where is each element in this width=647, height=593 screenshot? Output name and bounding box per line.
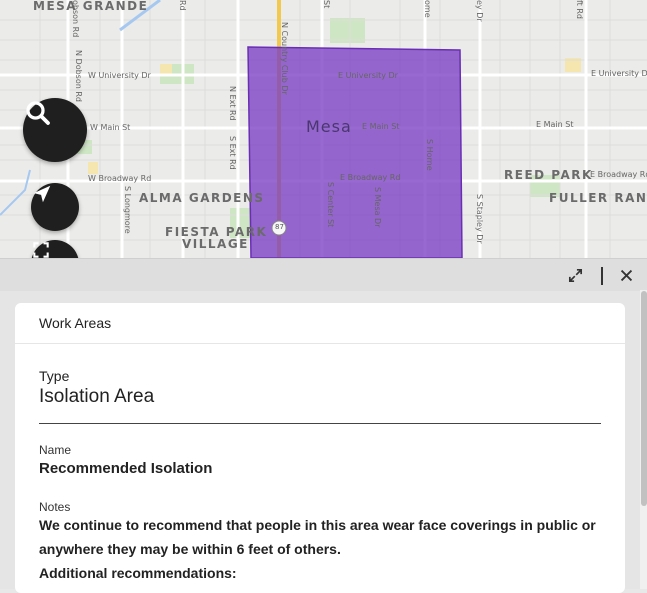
panel-toolbar bbox=[0, 258, 647, 291]
locate-button[interactable] bbox=[31, 183, 79, 231]
card-divider bbox=[15, 343, 625, 344]
street-label: ome bbox=[423, 0, 432, 18]
street-label: W University Dr bbox=[88, 71, 151, 80]
area-label-mesa-grande: MESA GRANDE bbox=[33, 0, 149, 13]
details-panel: Work Areas Type Isolation Area Name Reco… bbox=[0, 258, 647, 593]
area-label-reed-park: REED PARK bbox=[504, 168, 593, 182]
toolbar-divider bbox=[601, 267, 603, 285]
street-label: S Stapley Dr bbox=[475, 194, 484, 244]
name-label: Name bbox=[39, 443, 72, 457]
street-label: St bbox=[322, 0, 331, 9]
street-label: E Broadway Rd bbox=[340, 173, 401, 182]
type-label: Type bbox=[39, 368, 70, 384]
map-view[interactable]: MESA GRANDE ALMA GARDENS FIESTA PARK VIL… bbox=[0, 0, 647, 258]
card-title: Work Areas bbox=[39, 315, 112, 331]
area-label-village: VILLAGE bbox=[182, 237, 249, 251]
street-label: obson Rd bbox=[71, 0, 80, 38]
street-label: E University Dr bbox=[338, 71, 398, 80]
street-label: N Ext Rd bbox=[228, 86, 237, 121]
street-label: E Main St bbox=[536, 120, 574, 129]
notes-text: We continue to recommend that people in … bbox=[39, 517, 596, 533]
street-label: S Mesa Dr bbox=[373, 187, 382, 228]
street-label: N Dobson Rd bbox=[74, 50, 83, 102]
city-label: Mesa bbox=[306, 117, 352, 136]
expand-icon[interactable] bbox=[567, 267, 584, 289]
close-icon[interactable] bbox=[618, 267, 635, 289]
work-area-card: Work Areas Type Isolation Area Name Reco… bbox=[15, 303, 625, 593]
notes-label: Notes bbox=[39, 500, 71, 514]
type-underline bbox=[39, 423, 601, 424]
route-shield-label: 87 bbox=[275, 223, 284, 231]
street-label: S Longmore bbox=[123, 186, 132, 234]
street-label: S Center St bbox=[326, 182, 335, 228]
street-label: ft Rd bbox=[575, 0, 584, 19]
area-label-fuller-ranch: FULLER RANC bbox=[549, 191, 647, 205]
street-label: W Broadway Rd bbox=[88, 174, 152, 183]
street-label: E University Dr bbox=[591, 69, 647, 78]
area-label-alma-gardens: ALMA GARDENS bbox=[139, 191, 265, 205]
street-label: E Broadway Rd bbox=[590, 170, 647, 179]
street-label: E Main St bbox=[362, 122, 400, 131]
street-label: S Ext Rd bbox=[228, 136, 237, 170]
search-button[interactable] bbox=[23, 98, 87, 162]
notes-text: anywhere they may be within 6 feet of ot… bbox=[39, 541, 341, 557]
scrollbar-thumb[interactable] bbox=[641, 291, 647, 506]
notes-text: Additional recommendations: bbox=[39, 565, 237, 581]
street-label: W Main St bbox=[90, 123, 131, 132]
street-label: Rd bbox=[178, 0, 187, 11]
name-value: Recommended Isolation bbox=[39, 460, 213, 477]
street-label: ey Dr bbox=[475, 0, 484, 22]
street-label: N Country Club Dr bbox=[280, 22, 289, 95]
type-value: Isolation Area bbox=[39, 386, 155, 407]
street-label: S Horne bbox=[425, 139, 434, 171]
